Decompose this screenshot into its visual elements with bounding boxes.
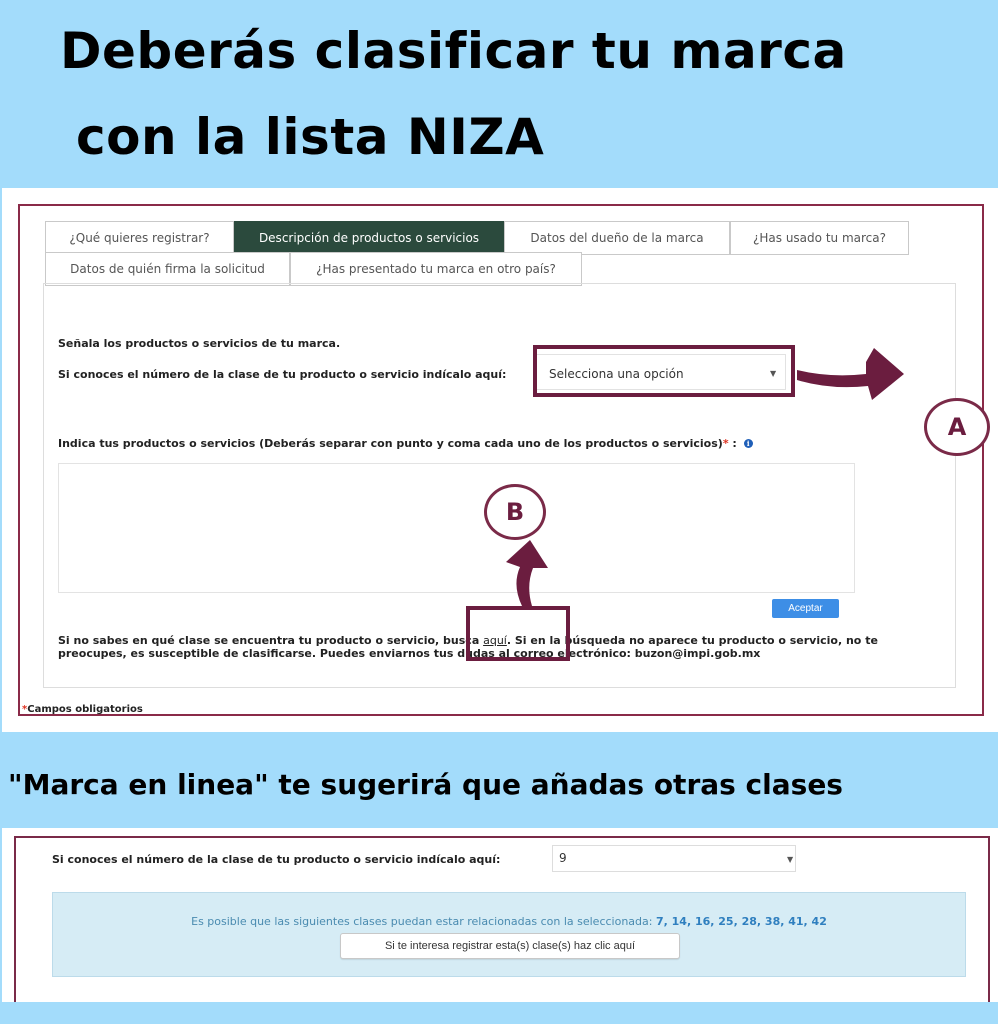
- headline-line-3: "Marca en linea" te sugerirá que añadas …: [8, 768, 843, 801]
- suggestion-class-label: Si conoces el número de la clase de tu p…: [52, 853, 501, 866]
- badge-a: A: [924, 398, 990, 456]
- badge-b: B: [484, 484, 546, 540]
- suggestion-box: Es posible que las siguientes clases pue…: [52, 892, 966, 977]
- suggestion-class-select-value: 9: [559, 851, 567, 865]
- register-classes-button[interactable]: Si te interesa registrar esta(s) clase(s…: [340, 933, 680, 959]
- suggestion-text: Es posible que las siguientes clases pue…: [191, 915, 827, 928]
- arrow-b-icon: [506, 540, 548, 606]
- chevron-down-icon: ▼: [787, 855, 794, 864]
- arrow-a-icon: [797, 348, 904, 400]
- related-classes: 7, 14, 16, 25, 28, 38, 41, 42: [655, 915, 827, 928]
- suggestion-class-select[interactable]: 9 ▼: [552, 845, 796, 872]
